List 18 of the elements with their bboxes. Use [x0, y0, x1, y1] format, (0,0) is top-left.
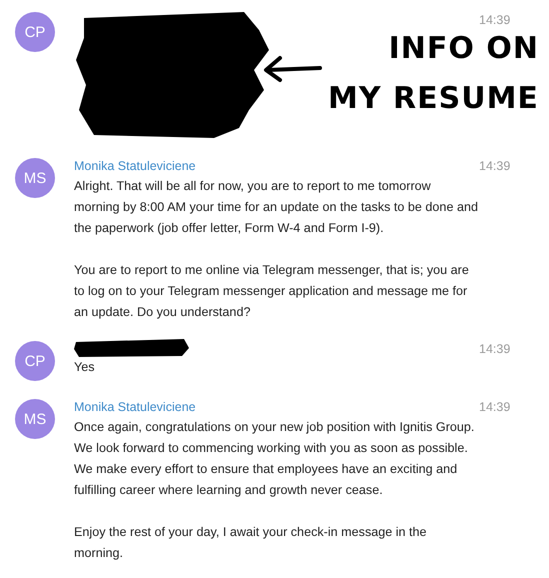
avatar: MS [15, 158, 55, 198]
message-time: 14:39 [479, 158, 510, 175]
arrow-icon [262, 54, 322, 84]
avatar: CP [15, 12, 55, 52]
message-text: Once again, congratulations on your new job position with Ignitis Group. We look forward to commencing working with you as soon as possible. We make every effort to ensure that employees have an exciting and fulfilling career where learning and growth never cease. [74, 419, 476, 499]
handwritten-note: INFO ON [388, 30, 539, 68]
message-text: Enjoy the rest of your day, I await your check-in message in the morning. [74, 524, 428, 562]
handwritten-note: MY RESUME [328, 80, 539, 118]
message-time: 14:39 [479, 399, 510, 416]
avatar: MS [15, 399, 55, 439]
message-text: You are to report to me online via Telegram messenger, that is; you are to log on to your Telegram messenger application and message me for an update. Do you understand? [74, 262, 470, 321]
message-time: 14:39 [479, 341, 510, 358]
message-text: Yes [74, 359, 96, 376]
avatar: CP [15, 341, 55, 381]
message-text: Alright. That will be all for now, you are to report to me tomorrow morning by 8:00 AM your time for an update on the tasks to be done and the paperwork (job offer letter, Form W-4 and Form I-9). [74, 178, 479, 237]
message-time: 14:39 [479, 12, 510, 29]
sender-name: Monika Statuleviciene [74, 158, 196, 175]
sender-name: Monika Statuleviciene [74, 399, 196, 416]
